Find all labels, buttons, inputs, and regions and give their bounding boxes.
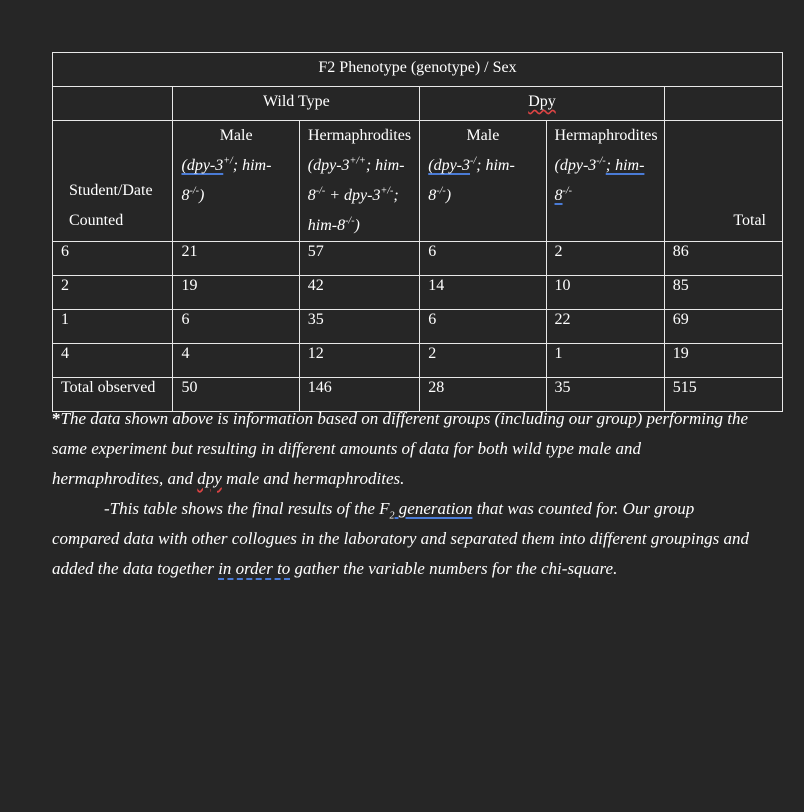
- col-header-wt-herm: Hermaphrodites (dpy-3+/+; him-8-/- + dpy…: [298, 120, 421, 242]
- note-paragraph-2: -This table shows the final results of t…: [52, 499, 749, 578]
- table-title: F2 Phenotype (genotype) / Sex: [52, 52, 783, 87]
- cell-dpy-herm: 22: [545, 309, 665, 344]
- cell-dpy-herm: 10: [545, 275, 665, 310]
- cell-wt-male: 21: [172, 241, 300, 276]
- col-header-dpy-herm: Hermaphrodites (dpy-3-/-; him-8-/-: [545, 120, 665, 242]
- cell-wt-herm: 42: [298, 275, 421, 310]
- cell-wt-herm: 57: [298, 241, 421, 276]
- cell-total: 85: [663, 275, 784, 310]
- empty-cell: [51, 86, 174, 121]
- cell-dpy-male: 14: [419, 275, 547, 310]
- cell-student: 4: [51, 343, 174, 378]
- cell-wt-male: 6: [172, 309, 300, 344]
- table-row: 2 19 42 14 10 85: [51, 275, 784, 310]
- cell-total: 69: [663, 309, 784, 344]
- cell-wt-herm: 35: [298, 309, 421, 344]
- cell-student: 2: [51, 275, 174, 310]
- cell-dpy-male: 2: [419, 343, 547, 378]
- col-header-dpy-male: Male (dpy-3-/; him-8-/-): [419, 120, 547, 242]
- table-row: 1 6 35 6 22 69: [51, 309, 784, 344]
- cell-wt-herm: 12: [298, 343, 421, 378]
- cell-dpy-herm: 2: [545, 241, 665, 276]
- cell-wt-male: 4: [172, 343, 300, 378]
- cell-dpy-herm: 1: [545, 343, 665, 378]
- cell-total: 86: [663, 241, 784, 276]
- phenotype-table: F2 Phenotype (genotype) / Sex Wild Type …: [51, 52, 784, 412]
- note-paragraph-1: *The data shown above is information bas…: [52, 409, 749, 488]
- group-wild-type: Wild Type: [172, 86, 421, 121]
- genotype-dpy-male: (dpy-3-/; him-8-/-): [428, 155, 515, 204]
- table-row: 4 4 12 2 1 19: [51, 343, 784, 378]
- genotype-wt-male: (dpy-3+/; him-8-/-): [181, 155, 272, 204]
- col-header-wt-male: Male (dpy-3+/; him-8-/-): [172, 120, 300, 242]
- table-row: 6 21 57 6 2 86: [51, 241, 784, 276]
- cell-student: 1: [51, 309, 174, 344]
- cell-dpy-male: 6: [419, 309, 547, 344]
- cell-total: 19: [663, 343, 784, 378]
- genotype-dpy-herm: (dpy-3-/-; him-8-/-: [554, 155, 645, 204]
- cell-wt-male: 19: [172, 275, 300, 310]
- col-header-total: Total: [663, 120, 784, 242]
- table-notes: *The data shown above is information bas…: [52, 404, 752, 584]
- row-header-label: Student/Date Counted: [51, 120, 174, 242]
- cell-dpy-male: 6: [419, 241, 547, 276]
- empty-cell: [663, 86, 784, 121]
- genotype-wt-herm: (dpy-3+/+; him-8-/- + dpy-3+/-; him-8-/-…: [307, 155, 405, 234]
- cell-student: 6: [51, 241, 174, 276]
- group-dpy: Dpy: [419, 86, 665, 121]
